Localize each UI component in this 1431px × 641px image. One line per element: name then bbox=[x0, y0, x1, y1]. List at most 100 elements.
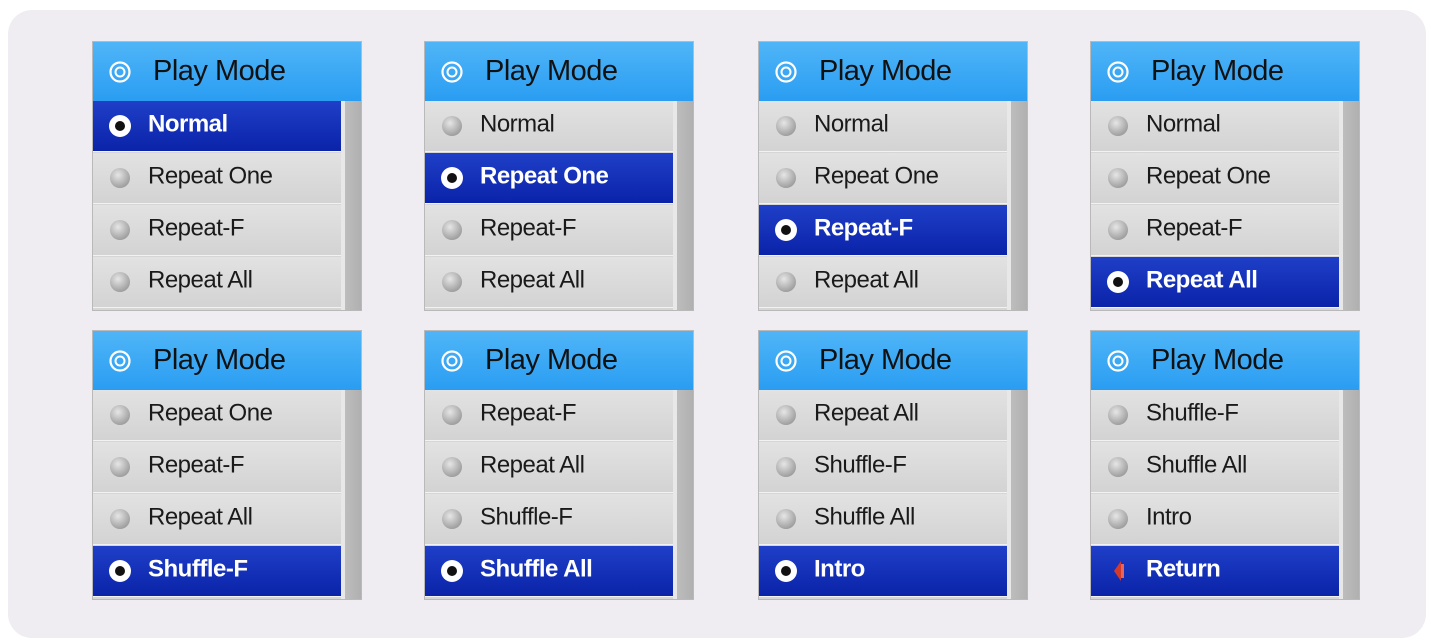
screen-title: Play Mode bbox=[485, 343, 618, 376]
play-mode-icon bbox=[109, 349, 131, 372]
screen-header: Play Mode bbox=[93, 42, 361, 101]
radio-unselected-icon bbox=[442, 509, 462, 529]
play-mode-icon bbox=[775, 349, 797, 372]
play-mode-option[interactable]: Repeat All bbox=[1091, 257, 1341, 308]
option-label: Repeat All bbox=[814, 399, 919, 427]
option-label: Repeat-F bbox=[480, 214, 577, 242]
screen-title: Play Mode bbox=[819, 343, 952, 376]
option-label: Repeat-F bbox=[814, 214, 913, 242]
play-mode-list: Repeat All Shuffle-F Shuffle All Intro bbox=[759, 390, 1009, 599]
play-mode-option[interactable]: Intro bbox=[1091, 494, 1341, 545]
scrollbar-thumb[interactable] bbox=[1011, 101, 1027, 310]
play-mode-option[interactable]: Normal bbox=[1091, 101, 1341, 152]
option-label: Repeat All bbox=[480, 451, 585, 479]
scrollbar[interactable] bbox=[673, 390, 693, 599]
play-mode-option[interactable]: Normal bbox=[425, 101, 675, 152]
play-mode-option[interactable]: Normal bbox=[93, 101, 343, 152]
play-mode-icon bbox=[1107, 349, 1129, 372]
option-label: Shuffle-F bbox=[148, 555, 248, 583]
option-label: Normal bbox=[148, 110, 228, 138]
option-label: Repeat One bbox=[1146, 162, 1271, 190]
radio-unselected-icon bbox=[110, 272, 130, 292]
option-label: Shuffle All bbox=[1146, 451, 1247, 479]
play-mode-icon bbox=[109, 60, 131, 83]
play-mode-option[interactable]: Repeat All bbox=[759, 257, 1009, 308]
play-mode-option[interactable]: Repeat One bbox=[93, 153, 343, 204]
play-mode-list: Normal Repeat One Repeat-F Repeat All bbox=[425, 101, 675, 310]
play-mode-list: Shuffle-F Shuffle All Intro Return bbox=[1091, 390, 1341, 599]
scrollbar-thumb[interactable] bbox=[1011, 390, 1027, 599]
play-mode-option[interactable]: Repeat One bbox=[759, 153, 1009, 204]
play-mode-option[interactable]: Intro bbox=[759, 546, 1009, 597]
scrollbar[interactable] bbox=[341, 390, 361, 599]
play-mode-option[interactable]: Repeat One bbox=[93, 390, 343, 441]
play-mode-option[interactable]: Normal bbox=[759, 101, 1009, 152]
scrollbar[interactable] bbox=[1339, 390, 1359, 599]
radio-unselected-icon bbox=[1108, 405, 1128, 425]
radio-unselected-icon bbox=[776, 457, 796, 477]
scrollbar[interactable] bbox=[341, 101, 361, 310]
play-mode-option[interactable]: Repeat-F bbox=[759, 205, 1009, 256]
radio-unselected-icon bbox=[1108, 457, 1128, 477]
play-mode-option[interactable]: Shuffle All bbox=[759, 494, 1009, 545]
play-mode-option[interactable]: Repeat One bbox=[1091, 153, 1341, 204]
radio-selected-icon bbox=[775, 560, 797, 582]
return-menu-item[interactable]: Return bbox=[1091, 546, 1341, 597]
radio-selected-icon bbox=[109, 115, 131, 137]
option-label: Repeat One bbox=[148, 162, 273, 190]
play-mode-screen: Play Mode Repeat-F Repeat All Shuffle-F Shuf… bbox=[424, 330, 694, 600]
play-mode-option[interactable]: Repeat All bbox=[425, 257, 675, 308]
scrollbar[interactable] bbox=[1007, 390, 1027, 599]
play-mode-option[interactable]: Shuffle-F bbox=[1091, 390, 1341, 441]
play-mode-screen: Play Mode Normal Repeat One Repeat-F Repeat … bbox=[424, 41, 694, 311]
play-mode-icon bbox=[441, 60, 463, 83]
play-mode-option[interactable]: Repeat All bbox=[425, 442, 675, 493]
option-label: Repeat-F bbox=[1146, 214, 1243, 242]
option-label: Shuffle-F bbox=[814, 451, 907, 479]
play-mode-option[interactable]: Repeat-F bbox=[1091, 205, 1341, 256]
screen-title: Play Mode bbox=[819, 54, 952, 87]
play-mode-option[interactable]: Repeat All bbox=[759, 390, 1009, 441]
scrollbar-thumb[interactable] bbox=[345, 101, 361, 310]
scrollbar-thumb[interactable] bbox=[677, 101, 693, 310]
play-mode-option[interactable]: Repeat All bbox=[93, 494, 343, 545]
scrollbar[interactable] bbox=[673, 101, 693, 310]
screen-header: Play Mode bbox=[425, 331, 693, 390]
play-mode-list: Repeat One Repeat-F Repeat All Shuffle-F bbox=[93, 390, 343, 599]
play-mode-option[interactable]: Shuffle All bbox=[425, 546, 675, 597]
play-mode-list: Normal Repeat One Repeat-F Repeat All bbox=[93, 101, 343, 310]
play-mode-option[interactable]: Shuffle All bbox=[1091, 442, 1341, 493]
play-mode-option[interactable]: Repeat-F bbox=[425, 205, 675, 256]
scrollbar[interactable] bbox=[1007, 101, 1027, 310]
play-mode-option[interactable]: Shuffle-F bbox=[93, 546, 343, 597]
radio-selected-icon bbox=[775, 219, 797, 241]
radio-unselected-icon bbox=[776, 272, 796, 292]
radio-unselected-icon bbox=[1108, 116, 1128, 136]
scrollbar-thumb[interactable] bbox=[345, 390, 361, 599]
radio-unselected-icon bbox=[110, 220, 130, 240]
radio-unselected-icon bbox=[776, 116, 796, 136]
play-mode-option[interactable]: Repeat One bbox=[425, 153, 675, 204]
radio-unselected-icon bbox=[776, 168, 796, 188]
return-arrow-icon bbox=[1114, 561, 1124, 581]
play-mode-option[interactable]: Repeat-F bbox=[93, 205, 343, 256]
radio-unselected-icon bbox=[442, 116, 462, 136]
play-mode-screen: Play Mode Normal Repeat One Repeat-F Repeat … bbox=[1090, 41, 1360, 311]
screen-header: Play Mode bbox=[1091, 331, 1359, 390]
play-mode-option[interactable]: Repeat-F bbox=[93, 442, 343, 493]
play-mode-option[interactable]: Shuffle-F bbox=[425, 494, 675, 545]
play-mode-screen: Play Mode Normal Repeat One Repeat-F Repeat … bbox=[758, 41, 1028, 311]
scrollbar[interactable] bbox=[1339, 101, 1359, 310]
play-mode-option[interactable]: Shuffle-F bbox=[759, 442, 1009, 493]
play-mode-list: Normal Repeat One Repeat-F Repeat All bbox=[759, 101, 1009, 310]
play-mode-option[interactable]: Repeat-F bbox=[425, 390, 675, 441]
radio-selected-icon bbox=[109, 560, 131, 582]
scrollbar-thumb[interactable] bbox=[677, 390, 693, 599]
radio-unselected-icon bbox=[1108, 168, 1128, 188]
play-mode-option[interactable]: Repeat All bbox=[93, 257, 343, 308]
screen-title: Play Mode bbox=[485, 54, 618, 87]
scrollbar-thumb[interactable] bbox=[1343, 390, 1359, 599]
scrollbar-thumb[interactable] bbox=[1343, 101, 1359, 310]
radio-unselected-icon bbox=[1108, 509, 1128, 529]
option-label: Repeat-F bbox=[148, 214, 245, 242]
